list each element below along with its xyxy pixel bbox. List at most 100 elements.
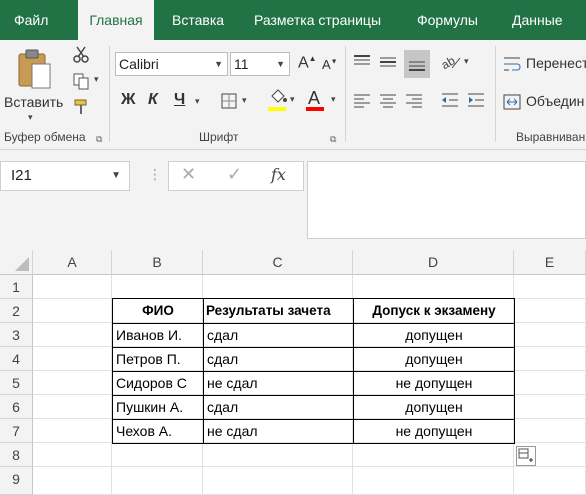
grid-cell[interactable] — [112, 467, 203, 495]
table-cell[interactable]: допущен — [353, 323, 515, 348]
grid-cell[interactable] — [203, 275, 353, 299]
align-bottom-button[interactable] — [404, 50, 430, 78]
grid-cell[interactable] — [514, 371, 586, 395]
table-header-cell[interactable]: Результаты зачета — [203, 298, 354, 324]
tab-insert[interactable]: Вставка — [172, 0, 224, 40]
table-cell[interactable]: не допущен — [353, 419, 515, 444]
enter-check-icon[interactable]: ✓ — [227, 164, 242, 185]
dialog-launcher-icon[interactable]: ⧉ — [96, 134, 102, 145]
increase-indent-button[interactable] — [466, 90, 490, 114]
table-cell[interactable]: сдал — [203, 395, 354, 420]
font-family-select[interactable]: Calibri ▼ — [115, 52, 228, 76]
copy-button[interactable]: ▾ — [70, 70, 104, 92]
italic-button[interactable]: К — [148, 91, 158, 109]
underline-button[interactable]: Ч — [174, 91, 185, 109]
tab-data[interactable]: Данные — [512, 0, 563, 40]
column-header-c[interactable]: C — [203, 250, 353, 275]
grid-cell[interactable] — [353, 443, 514, 467]
tab-page-layout[interactable]: Разметка страницы — [254, 0, 381, 40]
align-top-button[interactable] — [352, 52, 376, 76]
grid-cell[interactable] — [514, 467, 586, 495]
column-header-d[interactable]: D — [353, 250, 514, 275]
borders-button[interactable]: ▾ — [218, 90, 252, 112]
grid-cell[interactable] — [514, 347, 586, 371]
font-size-select[interactable]: 11 ▼ — [230, 52, 290, 76]
tab-home[interactable]: Главная — [78, 0, 154, 40]
grid-cell[interactable] — [514, 323, 586, 347]
table-cell[interactable]: Сидоров С — [112, 371, 204, 396]
grid-cell[interactable] — [33, 371, 112, 395]
grid-cell[interactable] — [203, 443, 353, 467]
table-cell[interactable]: Петров П. — [112, 347, 204, 372]
tab-formulas[interactable]: Формулы — [417, 0, 478, 40]
paste-button[interactable]: Вставить ▾ — [2, 44, 64, 124]
column-header-b[interactable]: B — [112, 250, 203, 275]
format-painter-button[interactable] — [70, 96, 94, 118]
table-cell[interactable]: Чехов А. — [112, 419, 204, 444]
table-cell[interactable]: сдал — [203, 323, 354, 348]
grid-cell[interactable] — [514, 395, 586, 419]
row-header-2[interactable]: 2 — [0, 299, 33, 323]
font-color-button[interactable]: A ▾ — [304, 88, 340, 114]
grid-cell[interactable] — [33, 299, 112, 323]
row-header-1[interactable]: 1 — [0, 275, 33, 299]
grid-cell[interactable] — [33, 275, 112, 299]
grid-cell[interactable] — [514, 299, 586, 323]
column-header-a[interactable]: A — [33, 250, 112, 275]
table-cell[interactable]: Пушкин А. — [112, 395, 204, 420]
insert-function-icon[interactable]: fx — [271, 165, 286, 184]
row-header-7[interactable]: 7 — [0, 419, 33, 443]
row-header-8[interactable]: 8 — [0, 443, 33, 467]
paste-options-button[interactable] — [516, 446, 536, 466]
row-header-9[interactable]: 9 — [0, 467, 33, 495]
table-header-cell[interactable]: ФИО — [112, 298, 204, 324]
grid-cell[interactable] — [203, 467, 353, 495]
decrease-indent-button[interactable] — [440, 90, 464, 114]
table-cell[interactable]: не сдал — [203, 371, 354, 396]
tab-file[interactable]: Файл — [14, 0, 48, 40]
grid-cell[interactable] — [33, 467, 112, 495]
table-cell[interactable]: сдал — [203, 347, 354, 372]
table-header-cell[interactable]: Допуск к экзамену — [353, 298, 515, 324]
name-box[interactable]: I21 ▼ — [0, 161, 130, 191]
align-center-button[interactable] — [378, 90, 402, 114]
formula-input[interactable] — [307, 161, 586, 239]
column-header-e[interactable]: E — [514, 250, 586, 275]
row-header-4[interactable]: 4 — [0, 347, 33, 371]
grid-cell[interactable] — [514, 275, 586, 299]
row-header-6[interactable]: 6 — [0, 395, 33, 419]
align-right-button[interactable] — [404, 90, 428, 114]
dialog-launcher-icon[interactable]: ⧉ — [330, 134, 336, 145]
grid-cell[interactable] — [33, 419, 112, 443]
grid-cell[interactable] — [33, 395, 112, 419]
grow-font-button[interactable]: A▲ — [298, 54, 317, 72]
select-all-corner[interactable] — [0, 250, 33, 275]
cut-button[interactable] — [70, 44, 94, 66]
drag-handle-icon[interactable]: ⋮ — [148, 166, 162, 183]
grid-cell[interactable] — [112, 443, 203, 467]
row-header-3[interactable]: 3 — [0, 323, 33, 347]
fill-color-button[interactable]: ▾ — [266, 88, 300, 114]
cancel-icon[interactable]: ✕ — [181, 164, 196, 185]
grid-cell[interactable] — [112, 275, 203, 299]
table-cell[interactable]: допущен — [353, 347, 515, 372]
align-middle-button[interactable] — [378, 52, 402, 76]
grid-cell[interactable] — [33, 323, 112, 347]
table-cell[interactable]: допущен — [353, 395, 515, 420]
grid-cell[interactable] — [514, 419, 586, 443]
chevron-down-icon[interactable]: ▾ — [195, 96, 200, 107]
table-cell[interactable]: не сдал — [203, 419, 354, 444]
wrap-text-button[interactable]: Перенест — [500, 52, 586, 76]
row-header-5[interactable]: 5 — [0, 371, 33, 395]
orientation-button[interactable]: ab ▾ — [439, 52, 474, 76]
grid-cell[interactable] — [353, 275, 514, 299]
grid-cell[interactable] — [353, 467, 514, 495]
merge-center-button[interactable]: Объедин — [500, 90, 586, 114]
align-left-button[interactable] — [352, 90, 376, 114]
table-cell[interactable]: Иванов И. — [112, 323, 204, 348]
shrink-font-button[interactable]: A▼ — [322, 57, 338, 72]
grid-cell[interactable] — [33, 347, 112, 371]
table-cell[interactable]: не допущен — [353, 371, 515, 396]
bold-button[interactable]: Ж — [121, 91, 135, 109]
grid-cell[interactable] — [33, 443, 112, 467]
